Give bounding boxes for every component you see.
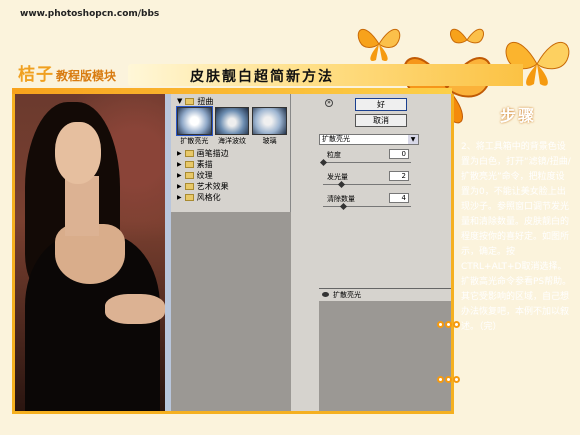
filter-settings-panel: » 好 取消 扩散亮光 ▼ 粒度 0 发光量 2 清除数量 4 扩散亮光: [291, 94, 451, 411]
ok-button[interactable]: 好: [355, 98, 407, 111]
cancel-button[interactable]: 取消: [355, 114, 407, 127]
step-label: 步骤: [500, 106, 537, 125]
filter-list-empty: [171, 212, 291, 411]
instruction-text: 2、将工具箱中的背景色设置为白色，打开“滤镜/扭曲/扩散亮光”命令，把粒度设置为…: [461, 142, 572, 332]
category-item[interactable]: ▶ 画笔描边: [171, 148, 290, 159]
eye-icon[interactable]: [322, 292, 329, 297]
thumb-diffuse-glow[interactable]: [176, 106, 213, 136]
thumb-glass[interactable]: [252, 107, 288, 135]
folder-icon: [184, 161, 194, 168]
param-input[interactable]: 2: [389, 171, 409, 181]
category-item[interactable]: ▶ 风格化: [171, 192, 290, 203]
param-slider[interactable]: [323, 202, 411, 211]
category-item[interactable]: ▶ 艺术效果: [171, 181, 290, 192]
thumb-label: 海洋波纹: [218, 137, 246, 145]
folder-icon: [184, 194, 194, 201]
thumb-label: 玻璃: [262, 137, 277, 145]
category-item[interactable]: ▶ 纹理: [171, 170, 290, 181]
folder-icon: [184, 172, 194, 179]
thumb-label: 扩散亮光: [180, 137, 209, 145]
bullet-dots: [437, 368, 469, 383]
chevron-down-icon: ▼: [408, 135, 418, 144]
folder-icon: [184, 183, 194, 190]
folder-icon: [184, 150, 194, 157]
portrait-photo: [15, 94, 165, 411]
category-item[interactable]: ▶ 素描: [171, 159, 290, 170]
collapse-icon[interactable]: »: [325, 99, 333, 107]
brand-logo: 桔子 教程版模块: [18, 65, 117, 85]
bullet-dots: [437, 313, 469, 328]
param-input[interactable]: 4: [389, 193, 409, 203]
effect-layers: 扩散亮光: [319, 288, 451, 411]
param-slider[interactable]: [319, 158, 411, 167]
param-label: 清除数量: [327, 195, 355, 203]
effect-layer-row[interactable]: 扩散亮光: [319, 289, 451, 301]
param-slider[interactable]: [323, 180, 411, 189]
category-distort[interactable]: ▼ 扭曲: [171, 94, 290, 106]
param-label: 发光量: [327, 173, 348, 181]
param-label: 粒度: [327, 151, 341, 159]
param-input[interactable]: 0: [389, 149, 409, 159]
site-url[interactable]: www.photoshopcn.com/bbs: [20, 9, 159, 19]
thumb-ocean-ripple[interactable]: [214, 107, 250, 135]
screenshot-frame: ▼ 扭曲 扩散亮光 海洋波纹 玻璃 ▶ 画笔描边 ▶ 素描 ▶ 纹理 ▶ 艺术效果 ▶ 风格…: [12, 94, 454, 414]
filter-select[interactable]: 扩散亮光 ▼: [319, 134, 419, 145]
page-title: 皮肤靓白超简新方法: [190, 69, 334, 85]
filter-list-panel: ▼ 扭曲 扩散亮光 海洋波纹 玻璃 ▶ 画笔描边 ▶ 素描 ▶ 纹理 ▶ 艺术效果 ▶ 风格…: [171, 94, 291, 411]
folder-open-icon: [185, 97, 195, 105]
